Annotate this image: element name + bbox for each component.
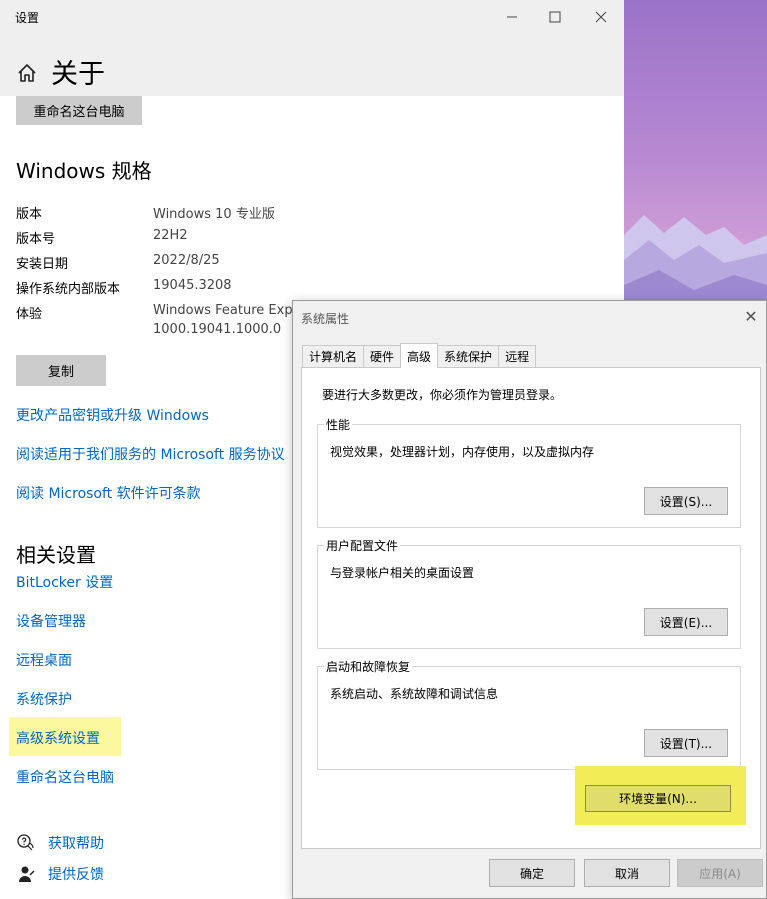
feedback-link[interactable]: 提供反馈 [16,864,104,884]
startup-recovery-settings-button[interactable]: 设置(T)... [644,729,728,757]
admin-note: 要进行大多数更改，你必须作为管理员登录。 [322,388,563,402]
spec-value-os-build: 19045.3208 [153,278,232,293]
environment-variables-button[interactable]: 环境变量(N)... [585,785,731,812]
windows-spec-heading: Windows 规格 [16,159,152,183]
change-product-key-link[interactable]: 更改产品密钥或升级 Windows [16,405,209,425]
user-profiles-desc: 与登录帐户相关的桌面设置 [330,566,475,580]
spec-label-experience: 体验 [16,307,43,322]
startup-recovery-desc: 系统启动、系统故障和调试信息 [330,687,499,701]
spec-label-os-build: 操作系统内部版本 [16,282,121,297]
related-link-remote-desktop[interactable]: 远程桌面 [16,650,72,670]
dialog-title: 系统属性 [301,312,350,326]
user-profiles-group: 用户配置文件 与登录帐户相关的桌面设置 设置(E)... [317,537,741,649]
ok-button[interactable]: 确定 [489,859,575,887]
tab-system-protection[interactable]: 系统保护 [437,345,500,367]
cancel-button[interactable]: 取消 [584,859,670,887]
startup-recovery-title: 启动和故障恢复 [324,658,413,675]
license-terms-link[interactable]: 阅读 Microsoft 软件许可条款 [16,483,201,503]
spec-value-edition: Windows 10 专业版 [153,207,275,222]
spec-value-experience-pack: 1000.19041.1000.0 [153,322,282,337]
related-link-rename-pc[interactable]: 重命名这台电脑 [16,767,114,787]
related-link-system-protection[interactable]: 系统保护 [16,689,72,709]
tab-hardware[interactable]: 硬件 [363,345,402,367]
user-profiles-title: 用户配置文件 [324,537,401,554]
spec-label-install-date: 安装日期 [16,257,69,272]
help-chat-icon [17,834,34,851]
spec-label-version: 版本号 [16,232,56,247]
related-link-bitlocker[interactable]: BitLocker 设置 [16,572,113,592]
related-settings-heading: 相关设置 [16,543,96,567]
settings-titlebar: 设置 关于 [0,0,624,96]
spec-value-experience: Windows Feature Expe [153,303,301,318]
tab-advanced[interactable]: 高级 [400,343,439,368]
feedback-icon [19,866,35,882]
spec-value-version: 22H2 [153,228,188,243]
performance-title: 性能 [324,416,353,433]
startup-recovery-group: 启动和故障恢复 系统启动、系统故障和调试信息 设置(T)... [317,658,741,770]
feedback-label: 提供反馈 [48,867,104,883]
tab-computer-name[interactable]: 计算机名 [302,345,365,367]
maximize-icon[interactable] [532,6,578,28]
user-profiles-settings-button[interactable]: 设置(E)... [644,608,728,636]
performance-settings-button[interactable]: 设置(S)... [644,487,728,515]
home-icon[interactable] [16,62,38,84]
close-icon[interactable] [578,6,624,28]
performance-desc: 视觉效果，处理器计划，内存使用，以及虚拟内存 [330,445,595,459]
window-title: 设置 [15,11,40,25]
rename-pc-button[interactable]: 重命名这台电脑 [16,96,142,125]
related-link-device-manager[interactable]: 设备管理器 [16,611,86,631]
tab-remote[interactable]: 远程 [498,345,537,367]
apply-button[interactable]: 应用(A) [677,859,763,887]
get-help-link[interactable]: 获取帮助 [16,833,104,853]
copy-button[interactable]: 复制 [16,355,106,386]
dialog-close-icon[interactable]: ✕ [740,305,762,327]
page-title: 关于 [51,59,105,90]
minimize-icon[interactable] [489,6,535,28]
system-properties-dialog: 系统属性 ✕ 计算机名 硬件 高级 系统保护 远程 要进行大多数更改，你必须作为… [292,300,767,899]
performance-group: 性能 视觉效果，处理器计划，内存使用，以及虚拟内存 设置(S)... [317,416,741,528]
spec-value-install-date: 2022/8/25 [153,253,220,268]
dialog-tabs: 计算机名 硬件 高级 系统保护 远程 [302,343,537,368]
get-help-label: 获取帮助 [48,836,104,852]
services-agreement-link[interactable]: 阅读适用于我们服务的 Microsoft 服务协议 [16,444,285,464]
related-link-advanced-system-settings[interactable]: 高级系统设置 [16,728,100,748]
spec-label-edition: 版本 [16,207,43,222]
